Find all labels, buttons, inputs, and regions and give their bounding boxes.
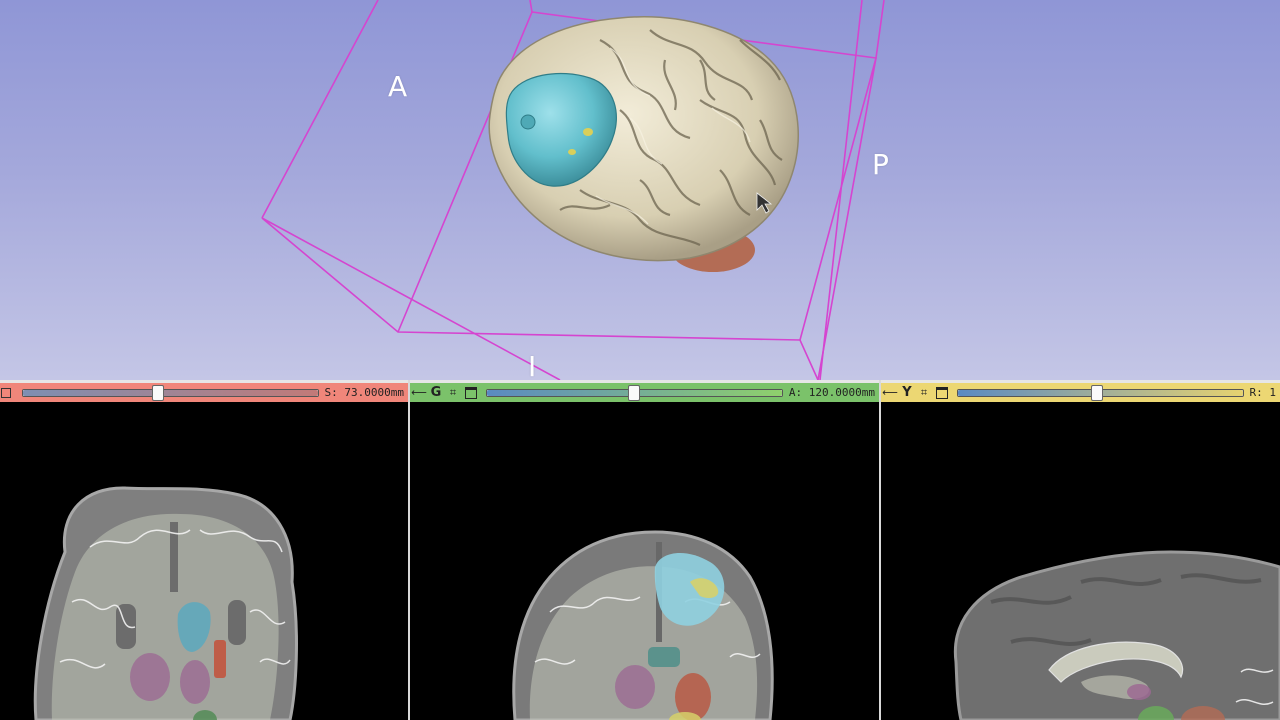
green-slice-controller-bar: ⟵ G ⌗ A: 120.0000mm	[410, 380, 879, 402]
green-slice-offset-value: A: 120.0000mm	[788, 386, 875, 399]
red-slice-controller-bar: S: 73.0000mm	[0, 380, 408, 402]
green-slice-view[interactable]: ⟵ G ⌗ A: 120.0000mm	[410, 380, 879, 720]
maximize-icon[interactable]	[933, 385, 951, 401]
orientation-label-inferior: I	[528, 350, 537, 380]
orientation-label-posterior: P	[872, 148, 889, 181]
yellow-slice-offset-slider[interactable]	[957, 384, 1244, 401]
purple-segment-sagittal	[1127, 684, 1151, 700]
red-segment-axial	[214, 640, 226, 678]
pin-icon[interactable]: ⟵	[410, 385, 428, 401]
axial-slice-image	[33, 486, 298, 720]
yellow-slice-offset-value: R: 1	[1249, 386, 1277, 399]
3d-scene	[261, 0, 885, 380]
purple-segment-axial-left	[130, 653, 170, 701]
pin-icon[interactable]	[0, 385, 12, 401]
maximize-icon[interactable]	[462, 385, 480, 401]
purple-segment-axial-right	[180, 660, 210, 704]
teal-segment-coronal	[648, 647, 680, 667]
green-slider-thumb[interactable]	[628, 384, 641, 401]
green-slice-offset-slider[interactable]	[486, 384, 783, 401]
coronal-slice-image	[512, 530, 774, 720]
purple-segment-coronal	[615, 665, 655, 709]
yellow-slice-view[interactable]: ⟵ Y ⌗ R: 1	[881, 380, 1280, 720]
view-controls-icon[interactable]: ⌗	[915, 385, 933, 401]
pin-icon[interactable]: ⟵	[881, 385, 899, 401]
orientation-label-anterior: A	[388, 70, 408, 103]
slice-views-row: S: 73.0000mm ⟵ G ⌗ A: 120.0000mm ⟵ Y ⌗ R…	[0, 380, 1280, 720]
red-slice-view[interactable]: S: 73.0000mm	[0, 380, 408, 720]
sagittal-slice-image	[953, 550, 1280, 720]
view-controls-icon[interactable]: ⌗	[444, 385, 462, 401]
green-view-letter: G	[430, 385, 442, 400]
red-slice-offset-value: S: 73.0000mm	[324, 386, 404, 399]
red-slice-offset-slider[interactable]	[22, 384, 319, 401]
yellow-slice-controller-bar: ⟵ Y ⌗ R: 1	[881, 380, 1280, 402]
3d-view[interactable]: A P I	[0, 0, 1280, 380]
yellow-view-letter: Y	[902, 385, 912, 400]
slider-track-fill	[23, 389, 318, 396]
red-slider-thumb[interactable]	[152, 384, 165, 401]
yellow-slider-thumb[interactable]	[1091, 384, 1104, 401]
